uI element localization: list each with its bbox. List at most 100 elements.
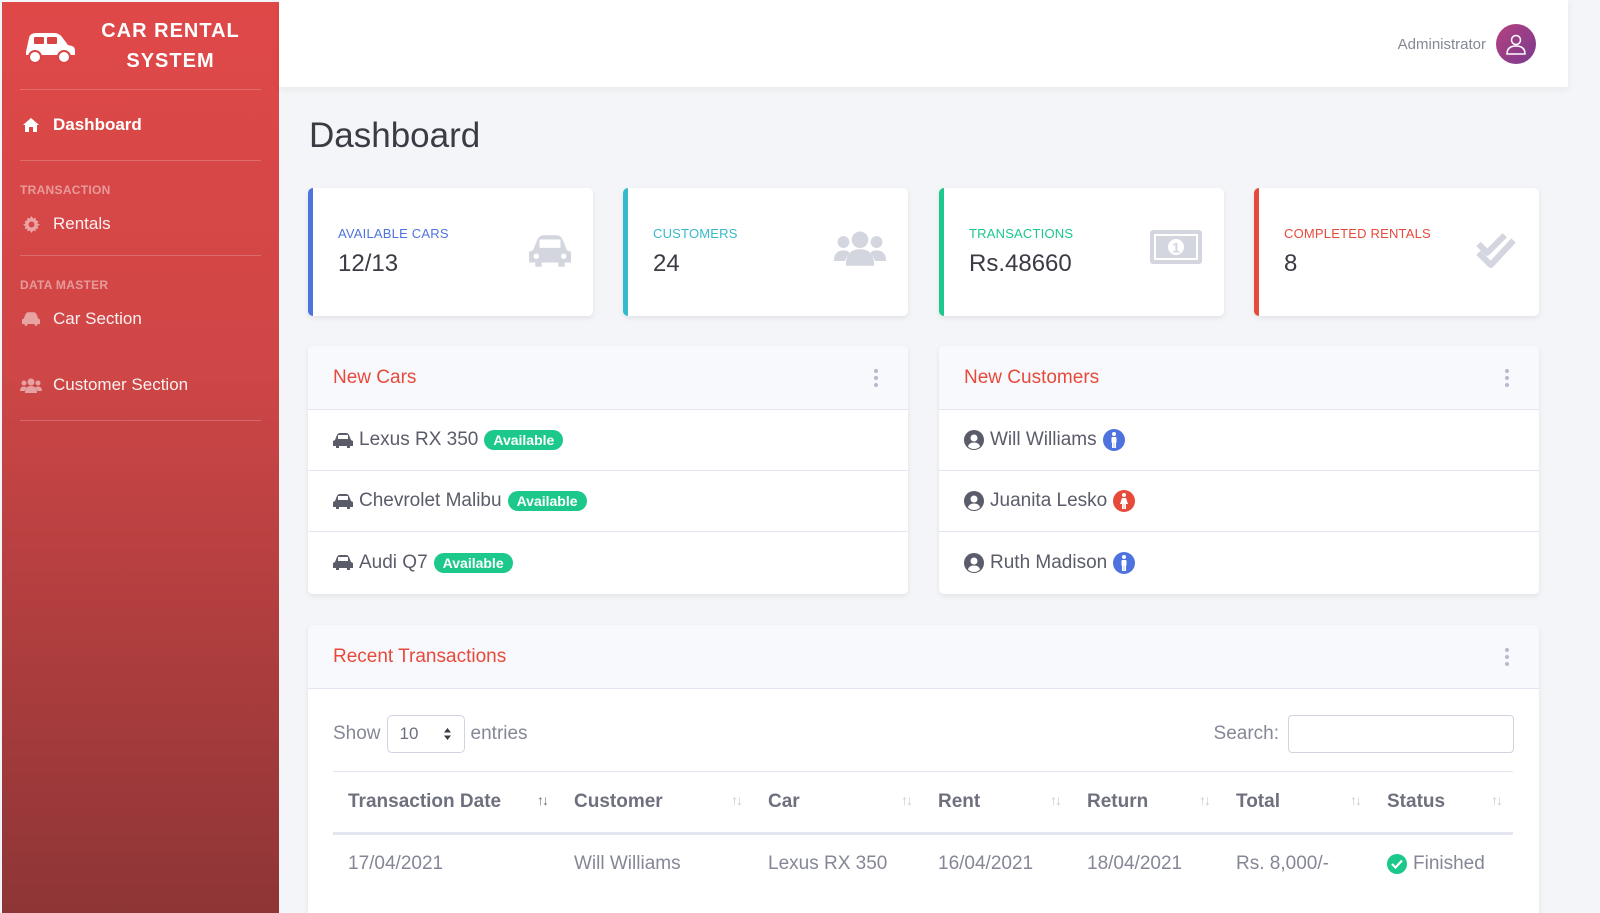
sort-icon: ↑↓ xyxy=(1199,792,1211,808)
list-item[interactable]: Will Williams xyxy=(939,410,1539,471)
more-options-icon[interactable] xyxy=(1505,368,1509,387)
cell-car: Lexus RX 350 xyxy=(768,853,888,875)
new-customers-card: New Customers Will Williams Juanita Lesk… xyxy=(939,346,1539,594)
user-menu[interactable]: Administrator xyxy=(1398,24,1536,64)
page-title: Dashboard xyxy=(309,116,481,155)
entries-label: entries xyxy=(470,723,528,744)
avatar[interactable] xyxy=(1496,24,1536,64)
list-item[interactable]: Lexus RX 350 Available xyxy=(308,410,908,471)
users-icon xyxy=(834,231,886,266)
car-icon xyxy=(529,235,571,267)
car-name: Lexus RX 350 xyxy=(359,429,479,450)
stat-card-transactions: TRANSACTIONS Rs.48660 1 xyxy=(939,188,1224,316)
sidebar-heading-data-master: DATA MASTER xyxy=(20,278,109,292)
sidebar-item-rentals[interactable]: Rentals xyxy=(2,199,279,255)
customer-name: Ruth Madison xyxy=(990,551,1108,573)
user-circle-icon xyxy=(964,552,984,573)
car-name: Chevrolet Malibu xyxy=(359,490,502,511)
car-icon xyxy=(20,308,42,330)
car-icon xyxy=(333,493,353,509)
table-search: Search: xyxy=(1214,715,1514,753)
list-item[interactable]: Audi Q7 Available xyxy=(308,532,908,593)
stat-value: 8 xyxy=(1284,250,1298,277)
stat-label: CUSTOMERS xyxy=(653,226,738,241)
cell-rent: 16/04/2021 xyxy=(938,853,1034,875)
sort-updown-icon xyxy=(443,728,451,740)
user-circle-icon xyxy=(964,430,984,450)
column-header-status[interactable]: Status ↑↓ xyxy=(1372,771,1513,835)
column-header-return[interactable]: Return ↑↓ xyxy=(1072,771,1221,835)
sidebar-item-customer-section[interactable]: Customer Section xyxy=(2,350,279,420)
column-label: Customer xyxy=(574,791,663,812)
card-title: New Customers xyxy=(964,366,1100,388)
column-header-transaction-date[interactable]: Transaction Date ↑↓ xyxy=(333,771,559,835)
status-badge: Available xyxy=(484,430,564,450)
column-header-rent[interactable]: Rent ↑↓ xyxy=(923,771,1072,835)
card-title: Recent Transactions xyxy=(333,645,507,667)
stat-value: 12/13 xyxy=(338,250,399,277)
cell-return: 18/04/2021 xyxy=(1087,853,1183,875)
sidebar-item-dashboard[interactable]: Dashboard xyxy=(2,90,279,160)
cell-transaction-date: 17/04/2021 xyxy=(348,853,444,875)
car-logo-icon xyxy=(26,32,75,64)
user-name: Administrator xyxy=(1397,35,1486,53)
stat-value: 24 xyxy=(653,250,680,277)
column-label: Status xyxy=(1387,791,1446,812)
status-badge: Available xyxy=(433,552,513,573)
male-icon xyxy=(1102,429,1125,451)
customer-name: Juanita Lesko xyxy=(990,490,1108,511)
brand-title: CAR RENTAL SYSTEM xyxy=(76,16,279,76)
stat-label: AVAILABLE CARS xyxy=(338,226,449,241)
sidebar-heading-transaction: TRANSACTION xyxy=(20,183,111,197)
stat-value: Rs.48660 xyxy=(969,250,1072,277)
brand-line2: SYSTEM xyxy=(126,49,215,72)
sidebar-item-label: Car Section xyxy=(53,309,142,328)
column-header-customer[interactable]: Customer ↑↓ xyxy=(559,771,753,835)
status-badge: Available xyxy=(507,491,587,511)
search-input[interactable] xyxy=(1288,715,1514,753)
sidebar: CAR RENTAL SYSTEM Dashboard TRANSACTION … xyxy=(2,2,279,913)
car-icon xyxy=(333,555,353,570)
svg-text:1: 1 xyxy=(1172,239,1180,255)
list-item[interactable]: Chevrolet Malibu Available xyxy=(308,471,908,532)
status-label: Finished xyxy=(1413,853,1485,875)
card-header: Recent Transactions xyxy=(308,625,1539,689)
user-circle-icon xyxy=(964,491,984,511)
list-item[interactable]: Ruth Madison xyxy=(939,532,1539,593)
sidebar-item-label: Customer Section xyxy=(53,375,189,394)
entries-control: Show 10 entries xyxy=(333,715,528,753)
home-icon xyxy=(20,114,42,136)
brand-line1: CAR RENTAL xyxy=(101,19,240,42)
table-header-row: Transaction Date ↑↓ Customer ↑↓ Car ↑↓ Rent… xyxy=(333,771,1513,835)
more-options-icon[interactable] xyxy=(874,368,878,387)
check-circle-icon xyxy=(1387,854,1407,875)
car-name: Audi Q7 xyxy=(359,551,428,573)
column-label: Rent xyxy=(938,791,981,812)
more-options-icon[interactable] xyxy=(1505,647,1509,666)
sidebar-item-label: Rentals xyxy=(53,214,111,233)
new-cars-card: New Cars Lexus RX 350 Available Chevrole… xyxy=(308,346,908,594)
stat-card-completed-rentals: COMPLETED RENTALS 8 xyxy=(1254,188,1539,316)
card-header: New Cars xyxy=(308,346,908,410)
column-header-total[interactable]: Total ↑↓ xyxy=(1221,771,1372,835)
user-icon xyxy=(1506,34,1526,55)
show-label: Show xyxy=(333,723,381,744)
entries-select[interactable]: 10 xyxy=(386,715,465,753)
divider xyxy=(20,420,261,421)
male-icon xyxy=(1113,551,1136,574)
column-header-car[interactable]: Car ↑↓ xyxy=(753,771,923,835)
sidebar-item-car-section[interactable]: Car Section xyxy=(2,294,279,350)
customer-name: Will Williams xyxy=(990,429,1097,450)
stat-card-customers: CUSTOMERS 24 xyxy=(623,188,908,316)
table-row: 17/04/2021 Will Williams Lexus RX 350 16… xyxy=(333,834,1513,894)
card-title: New Cars xyxy=(333,366,417,388)
sort-icon: ↑↓ xyxy=(901,792,913,808)
stat-label: TRANSACTIONS xyxy=(969,226,1074,241)
sort-icon: ↑↓ xyxy=(731,792,743,808)
female-icon xyxy=(1113,490,1136,512)
brand[interactable]: CAR RENTAL SYSTEM xyxy=(2,2,279,89)
list-item[interactable]: Juanita Lesko xyxy=(939,471,1539,532)
money-bill-icon: 1 xyxy=(1150,230,1202,264)
entries-value: 10 xyxy=(399,724,419,743)
sort-icon: ↑↓ xyxy=(1350,792,1362,808)
